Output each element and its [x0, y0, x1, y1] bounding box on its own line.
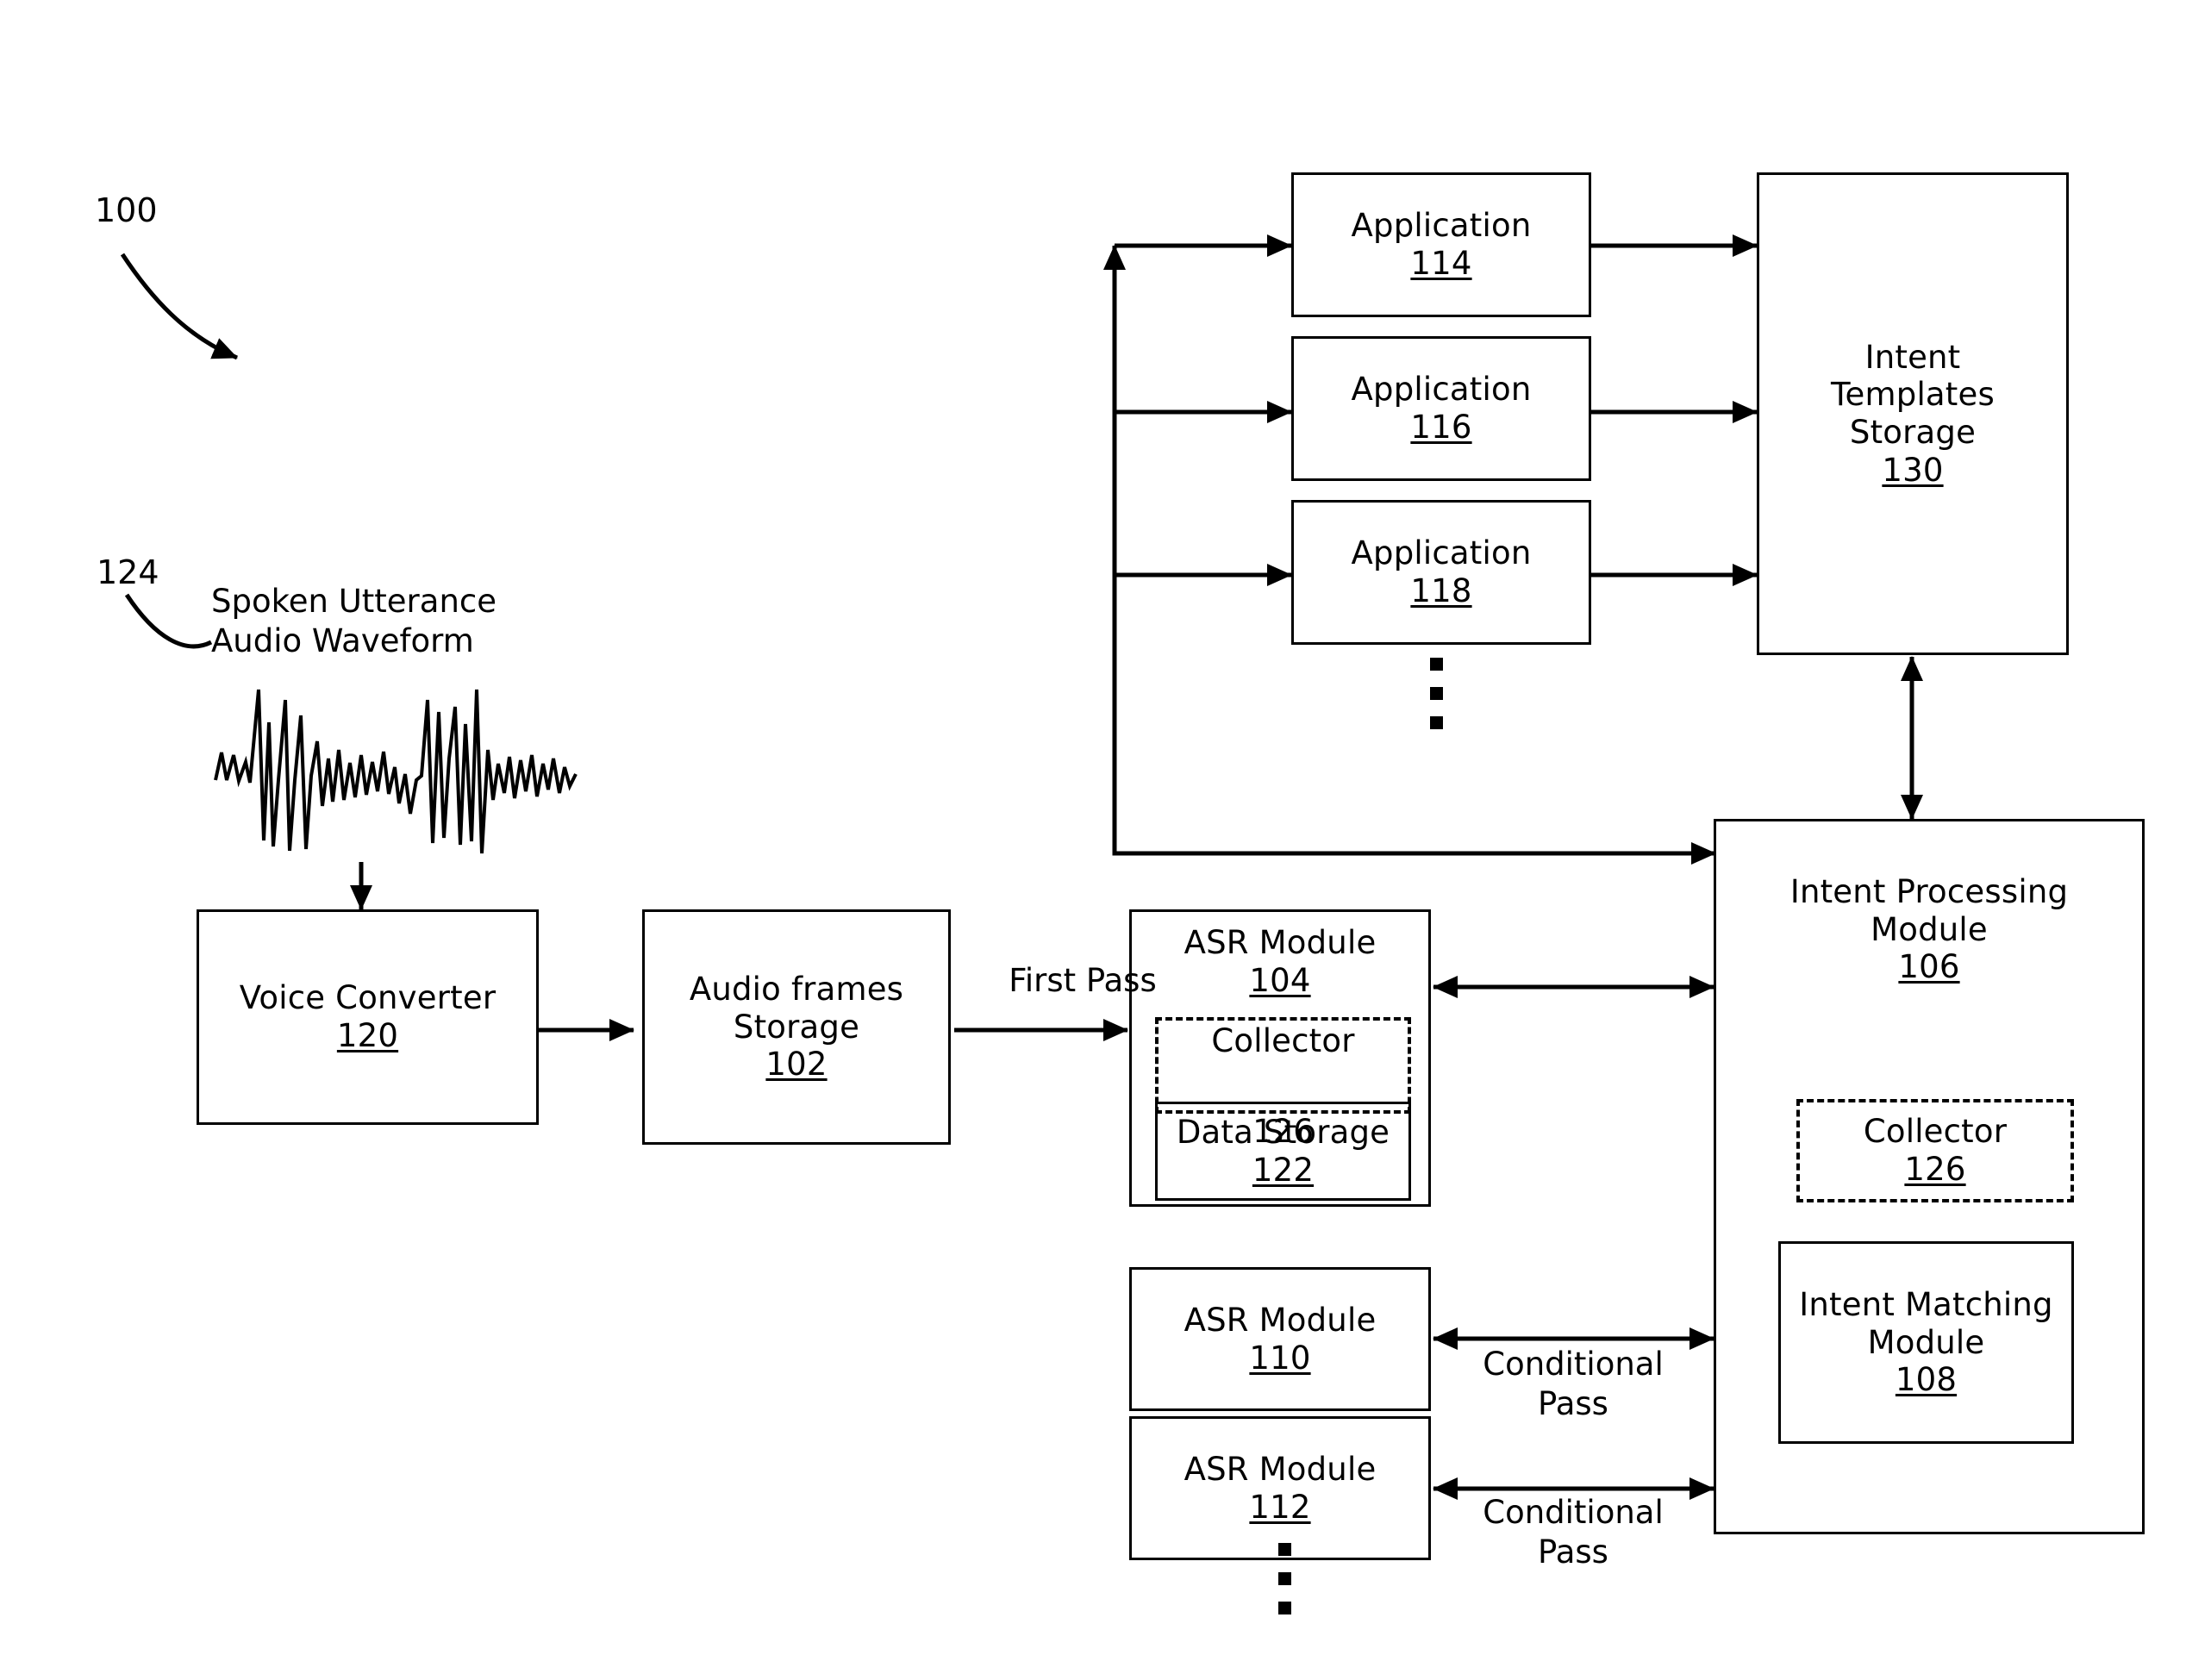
application-116-box[interactable]: Application 116 [1291, 336, 1591, 481]
application-116-title: Application [1351, 371, 1532, 409]
patent-figure-canvas: 100 124 Spoken Utterance Audio Waveform … [0, 0, 2186, 1680]
application-114-title: Application [1351, 207, 1532, 245]
asr-module-112-number: 112 [1249, 1488, 1311, 1526]
application-118-title: Application [1351, 534, 1532, 572]
intent-templates-storage-title: Intent Templates Storage [1831, 338, 1995, 451]
collector-126-asr-box[interactable]: Collector [1155, 1017, 1411, 1114]
audio-frames-storage-title: Audio frames Storage [689, 971, 904, 1046]
applications-ellipsis [1430, 658, 1443, 729]
collector-126-ipm-box[interactable]: Collector 126 [1796, 1099, 2074, 1202]
intent-processing-module-number: 106 [1898, 948, 1960, 986]
audio-frames-storage-box[interactable]: Audio frames Storage 102 [642, 909, 951, 1145]
intent-templates-storage-number: 130 [1882, 451, 1944, 489]
leader-line-124 [124, 593, 213, 649]
intent-matching-module-title: Intent Matching Module [1799, 1286, 2053, 1361]
conditional-pass-label-110: Conditional Pass [1483, 1346, 1664, 1423]
data-storage-122-title: Data Storage [1176, 1113, 1390, 1151]
asr-module-112-title: ASR Module [1184, 1450, 1377, 1488]
data-storage-122-box[interactable]: Data Storage 122 [1155, 1102, 1411, 1201]
application-114-box[interactable]: Application 114 [1291, 172, 1591, 317]
collector-126-asr-title: Collector [1211, 1022, 1355, 1059]
figure-reference-numeral-100: 100 [95, 191, 158, 229]
asr-module-104-title: ASR Module [1184, 924, 1377, 961]
intent-templates-storage-box[interactable]: Intent Templates Storage 130 [1757, 172, 2069, 655]
collector-126-ipm-number: 126 [1904, 1151, 1966, 1188]
asr-module-110-box[interactable]: ASR Module 110 [1129, 1267, 1431, 1411]
audio-frames-storage-number: 102 [765, 1046, 828, 1084]
application-116-number: 116 [1410, 409, 1472, 446]
conditional-pass-label-112: Conditional Pass [1483, 1494, 1664, 1571]
asr-module-104-number: 104 [1249, 961, 1311, 999]
voice-converter-box[interactable]: Voice Converter 120 [197, 909, 539, 1125]
asr-modules-ellipsis [1278, 1543, 1291, 1614]
intent-matching-module-number: 108 [1895, 1361, 1958, 1399]
voice-converter-title: Voice Converter [239, 979, 497, 1017]
data-storage-122-number: 122 [1252, 1151, 1315, 1189]
asr-module-110-title: ASR Module [1184, 1301, 1377, 1339]
intent-matching-module-box[interactable]: Intent Matching Module 108 [1778, 1241, 2074, 1444]
utterance-reference-numeral-124: 124 [97, 553, 159, 591]
application-118-box[interactable]: Application 118 [1291, 500, 1591, 645]
leader-line-100 [120, 253, 238, 360]
spoken-utterance-label: Spoken Utterance Audio Waveform [211, 583, 497, 660]
asr-module-112-box[interactable]: ASR Module 112 [1129, 1416, 1431, 1560]
asr-module-110-number: 110 [1249, 1339, 1311, 1377]
voice-converter-number: 120 [336, 1017, 399, 1054]
intent-processing-module-title: Intent Processing Module [1789, 873, 2069, 948]
application-114-number: 114 [1410, 245, 1472, 282]
collector-126-ipm-title: Collector [1863, 1113, 2008, 1151]
application-118-number: 118 [1410, 572, 1472, 609]
